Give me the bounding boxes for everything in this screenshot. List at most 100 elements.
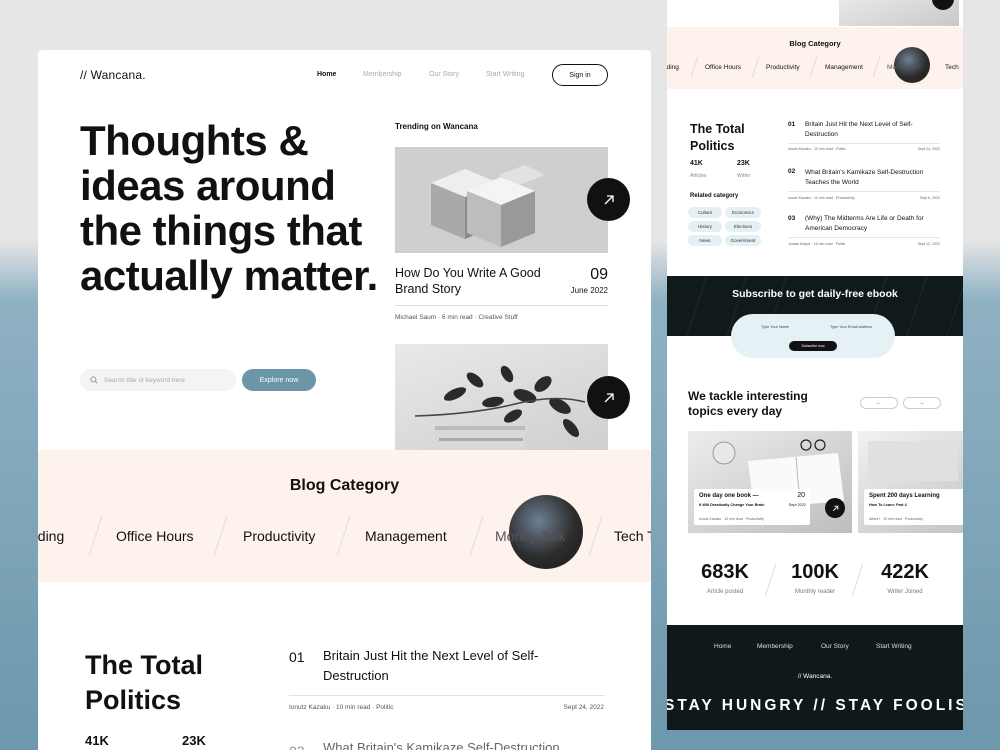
topic-card-day: 20: [797, 492, 805, 499]
article-month: June 2022: [570, 286, 608, 295]
article-number: 02: [788, 168, 796, 175]
divider: [788, 143, 940, 144]
stat-articles-posted-label: Article posted: [706, 589, 744, 595]
article-day: 09: [590, 266, 608, 283]
prev-button[interactable]: ←: [860, 397, 898, 409]
category-item-tech[interactable]: Tech T: [614, 528, 651, 544]
footer-nav-home[interactable]: Home: [714, 643, 731, 650]
politics-article-date: Sept 24, 2022: [563, 704, 604, 711]
article-image-cubes[interactable]: [395, 147, 608, 253]
politics-article-meta: Ionutz Kazaku · 10 min read · Productivi…: [788, 196, 855, 200]
topic-card-title: One day one book —: [699, 493, 759, 499]
footer-tagline: STAY HUNGRY // STAY FOOLISH: [667, 697, 963, 714]
stat-articles-value: 41K: [690, 160, 703, 167]
footer-nav-start-writing[interactable]: Start Writing: [876, 643, 912, 650]
topics-heading: We tackle interesting topics every day: [688, 389, 808, 418]
category-item-productivity[interactable]: Productivity: [243, 528, 315, 544]
politics-article-title[interactable]: (Why) The Midterms Are Life or Death for…: [805, 214, 945, 234]
subscribe-button[interactable]: Subscribe now: [789, 341, 837, 351]
nav-start-writing[interactable]: Start Writing: [486, 71, 524, 78]
politics-heading: The Total Politics: [690, 122, 745, 153]
category-item-money-talk[interactable]: Money Talk: [495, 528, 566, 544]
category-item-tech[interactable]: Tech: [945, 64, 959, 71]
politics-article-date: Sept 6, 2022: [919, 196, 940, 200]
footer-nav-our-story[interactable]: Our Story: [821, 643, 849, 650]
stat-writers-value: 23K: [737, 160, 750, 167]
name-field[interactable]: Type Your Name: [761, 325, 789, 329]
open-article-button-2[interactable]: [587, 376, 630, 419]
topic-card-subtitle: How To Learn: Part 4: [869, 503, 907, 507]
search-placeholder: Search title or keyword here: [104, 376, 185, 384]
article-number: 02: [289, 743, 305, 750]
stat-writer-joined-value: 422K: [881, 561, 929, 583]
stat-monthly-reader-value: 100K: [791, 561, 839, 583]
subscribe-heading: Subscribe to get daily-free ebook: [732, 288, 898, 300]
tag-elections[interactable]: Elections: [725, 221, 761, 232]
stat-articles-label: Articles: [690, 173, 707, 179]
topic-card-title: Spent 200 days Learning: [869, 493, 940, 499]
trending-heading: Trending on Wancana: [395, 122, 478, 131]
politics-article-title[interactable]: Britain Just Hit the Next Level of Self-…: [323, 646, 593, 686]
signin-button[interactable]: Sign in: [552, 64, 608, 86]
explore-button[interactable]: Explore now: [242, 369, 316, 391]
mobile-preview-panel: Blog Category nding Office Hours Product…: [667, 0, 963, 730]
arrow-up-right-icon: [604, 392, 614, 402]
divider: [788, 191, 940, 192]
article-image-plant[interactable]: [395, 344, 608, 450]
subscribe-form: [731, 314, 895, 358]
cubes-illustration: [395, 147, 608, 253]
arrow-up-right-icon: [832, 505, 838, 511]
nav-home[interactable]: Home: [317, 71, 336, 78]
blog-category-heading: Blog Category: [289, 477, 400, 494]
nav-our-story[interactable]: Our Story: [429, 71, 459, 78]
divider: [395, 305, 608, 306]
search-input[interactable]: Search title or keyword here: [80, 369, 236, 391]
politics-article-title[interactable]: Britain Just Hit the Next Level of Self-…: [805, 120, 945, 140]
open-article-button[interactable]: [587, 178, 630, 221]
politics-article-title[interactable]: What Britain's Kamikaze Self-Destruction…: [805, 168, 945, 188]
politics-heading: The Total Politics: [85, 650, 203, 715]
stat-articles-posted-value: 683K: [701, 561, 749, 583]
brand-logo[interactable]: // Wancana.: [80, 68, 146, 82]
politics-article-title[interactable]: What Britain's Kamikaze Self-Destruction: [323, 740, 593, 750]
tag-government[interactable]: Government: [725, 235, 761, 246]
tag-economics[interactable]: Economics: [725, 207, 761, 218]
open-topic-button[interactable]: [825, 498, 845, 518]
tag-news[interactable]: News: [688, 235, 722, 246]
topic-card[interactable]: Spent 200 days Learning How To Learn: Pa…: [858, 431, 963, 533]
plant-illustration: [414, 365, 586, 450]
category-item-office-hours[interactable]: Office Hours: [116, 528, 194, 544]
stat-writer-joined-label: Writer Joined: [887, 589, 923, 595]
arrow-up-right-icon: [604, 194, 614, 204]
category-item-money-talk[interactable]: Money Talk: [887, 64, 920, 71]
stat-monthly-reader-label: Monthly reader: [794, 589, 836, 595]
hero-headline: Thoughts & ideas around the things that …: [80, 117, 378, 299]
category-item-management[interactable]: Management: [365, 528, 447, 544]
email-field[interactable]: Type Your Email address: [830, 325, 872, 329]
category-item-office-hours[interactable]: Office Hours: [705, 64, 741, 71]
stat-writers: 23K: [182, 733, 206, 748]
stat-writers-label: Writer: [737, 173, 751, 179]
category-item-productivity[interactable]: Productivity: [766, 64, 800, 71]
divider: [289, 695, 605, 696]
footer-nav-membership[interactable]: Membership: [757, 643, 793, 650]
related-category-heading: Related category: [690, 193, 739, 199]
politics-article-meta: Jordan Kaque · 16 min read · Politic: [788, 242, 846, 246]
article-title[interactable]: How Do You Write A Good Brand Story: [395, 265, 545, 297]
politics-article-date: Sept 12, 2022: [917, 242, 940, 246]
category-item-trending[interactable]: nding: [38, 528, 64, 544]
article-number: 01: [788, 121, 796, 128]
main-page-panel: // Wancana. Home Membership Our Story St…: [38, 50, 651, 750]
politics-article-meta: Ionutz Kazaku · 10 min read · Politic: [289, 704, 394, 711]
next-button[interactable]: →: [903, 397, 941, 409]
topic-card[interactable]: One day one book — It Will Drastically C…: [688, 431, 852, 533]
nav-membership[interactable]: Membership: [363, 71, 402, 78]
tag-history[interactable]: History: [688, 221, 722, 232]
tag-culture[interactable]: Culture: [688, 207, 722, 218]
article-meta: Michael Saum · 6 min read · Creative Stu…: [395, 314, 518, 321]
search-icon: [90, 376, 98, 384]
category-item-trending[interactable]: nding: [667, 64, 679, 71]
politics-article-date: Sept 24, 2022: [917, 147, 940, 151]
topic-card-meta: Alfred I · 10 min read · Productivity: [869, 517, 923, 521]
category-item-management[interactable]: Management: [825, 64, 863, 71]
